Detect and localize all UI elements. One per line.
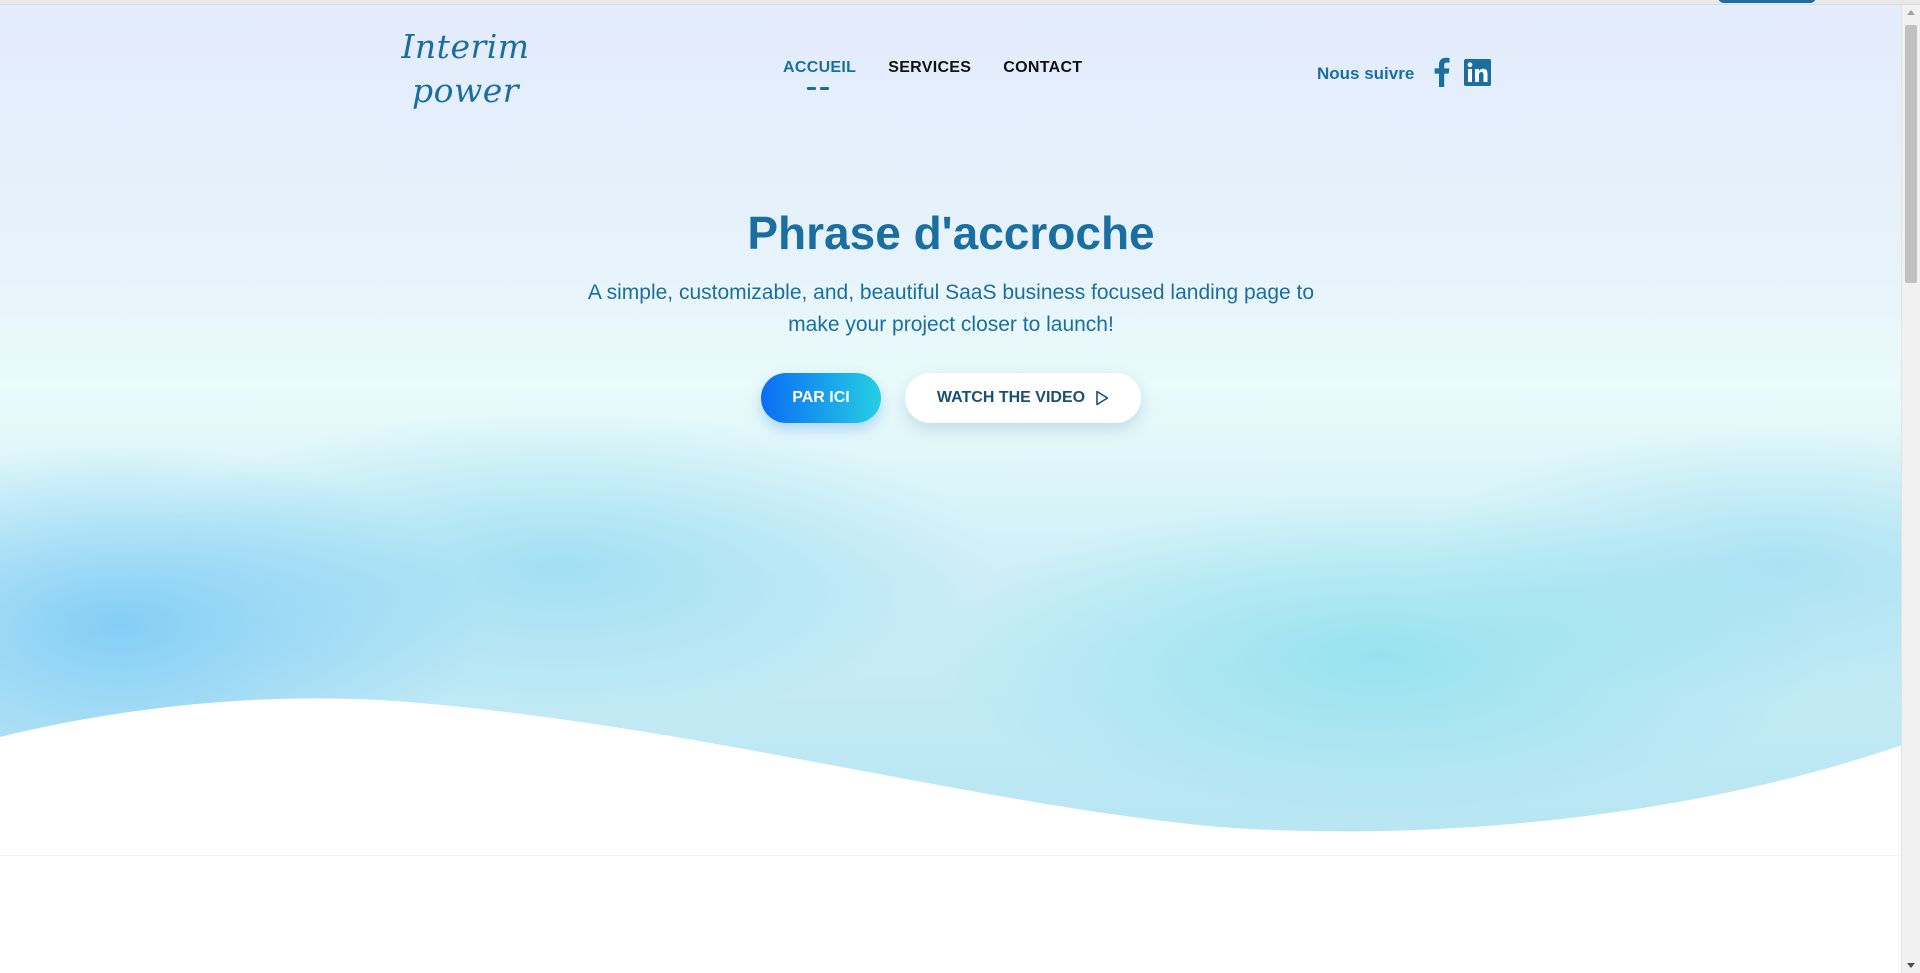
watch-video-label: WATCH THE VIDEO [936,389,1086,406]
nav-item-label: ACCUEIL [783,59,857,76]
nav-item-label: CONTACT [1003,59,1083,76]
nav-item-accueil[interactable]: ACCUEIL [783,59,857,90]
scroll-down-icon[interactable] [1907,963,1915,968]
hero-content: Phrase d'accroche A simple, customizable… [0,201,1902,341]
linkedin-icon[interactable] [1464,58,1492,90]
hero-buttons: PAR ICI WATCH THE VIDEO [761,373,1141,423]
follow-label: Nous suivre [1317,64,1415,83]
main-nav: ACCUEIL SERVICES CONTACT [783,59,1082,90]
watch-video-button[interactable]: WATCH THE VIDEO [905,373,1141,423]
hero-headline: Phrase d'accroche [747,207,1155,259]
nav-item-label: SERVICES [888,59,972,76]
play-icon [1096,390,1109,406]
section-divider [0,855,1902,856]
active-nav-indicator [807,87,829,90]
facebook-icon[interactable] [1432,57,1450,91]
hero-subtitle: A simple, customizable, and, beautiful S… [587,281,1315,336]
scrollbar-thumb[interactable] [1905,25,1917,283]
par-ici-button[interactable]: PAR ICI [761,373,881,423]
nav-item-contact[interactable]: CONTACT [1003,59,1082,77]
hero-wave-divider [0,698,1902,865]
hero-section: Interim power ACCUEIL SERVICES CONTACT N… [0,5,1902,865]
scroll-up-icon[interactable] [1907,10,1915,15]
browser-tab-indicator [1718,0,1816,3]
brand-logo[interactable]: Interim power [398,25,533,113]
page-scrollbar[interactable] [1901,5,1920,973]
social-follow: Nous suivre [1317,57,1505,91]
nav-item-services[interactable]: SERVICES [888,59,971,77]
